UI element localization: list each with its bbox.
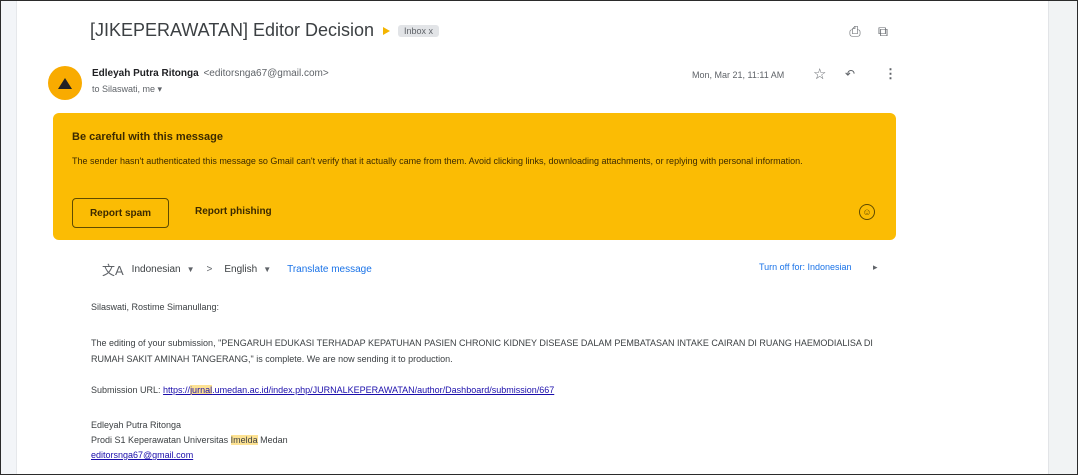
translate-message-link[interactable]: Translate message — [287, 264, 372, 275]
chevron-down-icon[interactable]: ▼ — [187, 265, 195, 274]
arrow-right-icon: > — [206, 264, 213, 275]
submission-url-link[interactable]: https://jurnal.umedan.ac.id/index.php/JU… — [163, 385, 554, 395]
sender-avatar[interactable] — [48, 66, 82, 100]
star-icon[interactable]: ☆ — [813, 65, 826, 83]
affiliation-part: Prodi S1 Keperawatan Universitas — [91, 435, 231, 445]
smiley-icon[interactable]: ☺ — [859, 204, 875, 220]
left-sidebar — [1, 1, 17, 474]
translate-icon: 文A — [102, 263, 124, 278]
submission-url-label: Submission URL: — [91, 385, 161, 395]
url-part: https:// — [163, 385, 191, 395]
source-language-select[interactable]: Indonesian — [132, 264, 181, 275]
email-greeting: Silaswati, Rostime Simanullang: — [91, 302, 220, 312]
print-icon[interactable]: ⎙ — [846, 22, 864, 40]
right-side-panel — [1048, 1, 1077, 474]
open-in-new-icon[interactable]: ⧉ — [874, 22, 892, 40]
url-part: .umedan.ac.id/index.php/JURNALKEPERAWATA… — [212, 385, 555, 395]
inbox-label-chip[interactable]: Inbox x — [398, 25, 440, 37]
phishing-warning-banner: Be careful with this message The sender … — [53, 113, 896, 240]
warning-text: The sender hasn't authenticated this mes… — [72, 156, 803, 166]
warning-title: Be careful with this message — [72, 131, 223, 143]
sender-name[interactable]: Edleyah Putra Ritonga — [92, 68, 199, 79]
report-spam-button[interactable]: Report spam — [72, 198, 169, 228]
warning-icon — [58, 77, 72, 89]
affiliation-part: Medan — [257, 435, 288, 445]
signature-affiliation: Prodi S1 Keperawatan Universitas Imelda … — [91, 435, 288, 445]
email-paragraph: The editing of your submission, "PENGARU… — [91, 338, 873, 364]
sender-line: Edleyah Putra Ritonga <editorsnga67@gmai… — [92, 68, 329, 79]
more-vert-icon[interactable]: ⋮ — [884, 66, 897, 82]
importance-marker-icon[interactable] — [383, 27, 390, 35]
chevron-down-icon[interactable]: ▼ — [263, 265, 271, 274]
url-highlight: jurnal — [190, 385, 213, 395]
email-subject: [JIKEPERAWATAN] Editor Decision — [90, 20, 375, 40]
report-phishing-button[interactable]: Report phishing — [195, 206, 272, 217]
recipients-toggle[interactable]: to Silaswati, me ▾ — [92, 84, 162, 95]
target-language-select[interactable]: English — [224, 264, 257, 275]
turn-off-translation-link[interactable]: Turn off for: Indonesian — [759, 262, 852, 272]
email-date: Mon, Mar 21, 11:11 AM — [692, 70, 785, 80]
signature-email-link[interactable]: editorsnga67@gmail.com — [91, 450, 193, 460]
sender-email: <editorsnga67@gmail.com> — [203, 68, 329, 79]
affiliation-highlight: Imelda — [230, 435, 258, 445]
signature-name: Edleyah Putra Ritonga — [91, 420, 182, 430]
translate-bar: 文A Indonesian ▼ > English ▼ Translate me… — [102, 260, 372, 279]
chevron-down-icon[interactable]: ▸ — [873, 262, 878, 273]
reply-icon[interactable]: ↶ — [845, 67, 855, 81]
submission-url-line: Submission URL: https://jurnal.umedan.ac… — [91, 385, 554, 395]
